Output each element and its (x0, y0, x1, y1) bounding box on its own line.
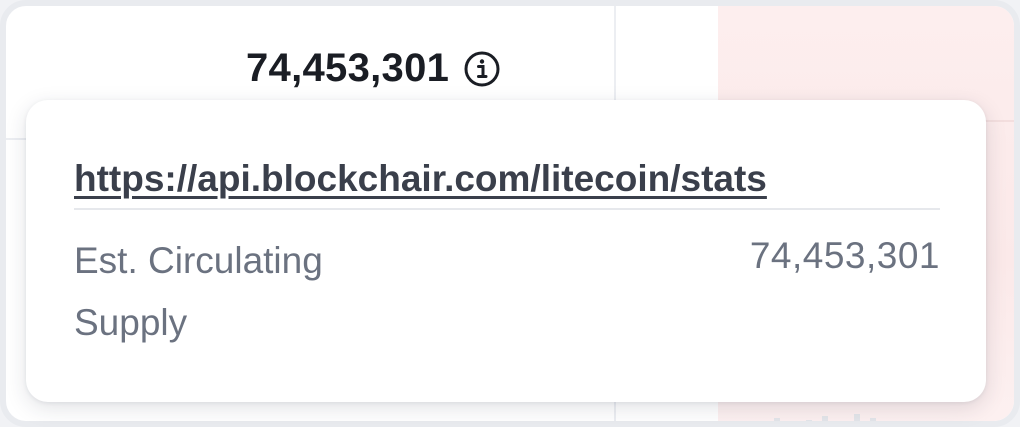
faint-background-chart (726, 414, 876, 421)
supply-value-row: 74,453,301 (246, 46, 501, 91)
info-circle-icon[interactable] (463, 50, 501, 88)
metric-label: Est. Circulating Supply (74, 240, 323, 343)
metric-value: 74,453,301 (749, 235, 940, 276)
info-tooltip: https://api.blockchair.com/litecoin/stat… (26, 100, 986, 402)
tooltip-divider (74, 208, 940, 210)
supply-value: 74,453,301 (246, 46, 450, 90)
source-link[interactable]: https://api.blockchair.com/litecoin/stat… (74, 158, 767, 200)
